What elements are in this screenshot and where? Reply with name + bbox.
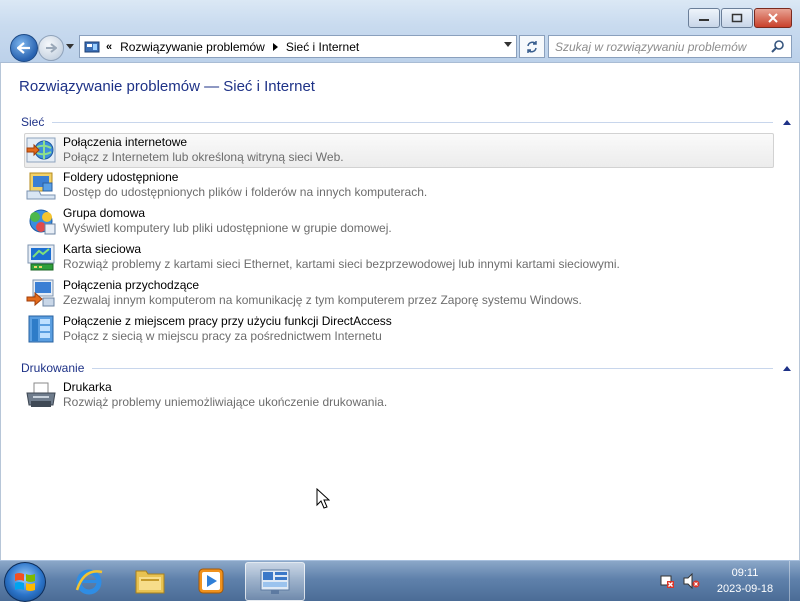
incoming-connections-icon [26,279,55,307]
item-description: Zezwalaj innym komputerom na komunikację… [63,293,582,307]
clock-time: 09:11 [731,567,759,579]
item-description: Wyświetl komputery lub pliki udostępnion… [63,221,392,235]
directaccess-icon [28,315,54,343]
collapse-group-button[interactable] [783,119,791,125]
troubleshooter-network-adapter[interactable]: Karta sieciowa Rozwiąż problemy z kartam… [25,241,773,275]
collapse-group-button[interactable] [783,365,791,371]
media-player-icon [198,568,224,593]
item-description: Połącz z siecią w miejscu pracy za pośre… [63,329,382,343]
item-title[interactable]: Połączenia przychodzące [63,278,582,293]
breadcrumb-network-internet[interactable]: Sieć i Internet [286,40,359,54]
close-icon [768,13,778,23]
taskbar-media-player[interactable] [182,562,240,599]
control-panel-icon [84,41,100,52]
volume-muted-icon[interactable] [682,573,700,589]
windows-explorer-icon [135,570,165,593]
group-header-network: Sieć [21,115,793,129]
taskbar-internet-explorer[interactable] [60,562,118,599]
troubleshooting-icon [260,569,290,594]
troubleshooter-directaccess[interactable]: Połączenie z miejscem pracy przy użyciu … [25,313,773,347]
item-title[interactable]: Połączenie z miejscem pracy przy użyciu … [63,314,392,329]
item-title[interactable]: Połączenia internetowe [63,135,344,150]
search-placeholder[interactable]: Szukaj w rozwiązywaniu problemów [555,40,746,54]
taskbar-windows-explorer[interactable] [121,562,179,599]
item-description: Rozwiąż problemy uniemożliwiające ukończ… [63,395,388,409]
troubleshooting-window: « Rozwiązywanie problemów Sieć i Interne… [0,0,800,560]
action-center-icon[interactable] [659,573,675,589]
windows-logo-icon [15,573,35,591]
troubleshooter-printer[interactable]: Drukarka Rozwiąż problemy uniemożliwiają… [25,379,773,413]
window-controls [688,8,792,28]
chevron-down-icon [66,44,74,49]
address-dropdown-button[interactable] [504,42,512,47]
item-description: Dostęp do udostępnionych plików i folder… [63,185,428,199]
group-divider [92,367,773,369]
item-description: Rozwiąż problemy z kartami sieci Etherne… [63,257,620,271]
shared-folders-icon [26,172,56,200]
arrow-right-icon [46,43,57,53]
breadcrumb-troubleshooting[interactable]: Rozwiązywanie problemów [120,40,265,54]
group-title: Drukowanie [21,361,85,375]
internet-explorer-icon [75,569,103,594]
maximize-button[interactable] [721,8,753,28]
breadcrumb-separator[interactable] [272,42,278,51]
show-desktop-button[interactable] [789,561,800,601]
search-box[interactable]: Szukaj w rozwiązywaniu problemów [548,35,792,58]
page-title: Rozwiązywanie problemów — Sieć i Interne… [19,78,315,95]
troubleshooter-internet-connections[interactable]: Połączenia internetowe Połącz z Internet… [24,133,774,168]
troubleshooter-incoming-connections[interactable]: Połączenia przychodzące Zezwalaj innym k… [25,277,773,311]
homegroup-icon [29,209,56,235]
breadcrumb-overflow[interactable]: « [106,41,112,53]
content-pane: Rozwiązywanie problemów — Sieć i Interne… [0,63,800,560]
search-icon[interactable] [771,39,785,53]
refresh-button[interactable] [519,35,545,58]
recent-pages-button[interactable] [65,42,75,52]
troubleshooter-homegroup[interactable]: Grupa domowa Wyświetl komputery lub plik… [25,205,773,239]
troubleshooter-shared-folders[interactable]: Foldery udostępnione Dostęp do udostępni… [25,169,773,203]
mouse-cursor-icon [316,488,330,509]
group-divider [52,121,773,123]
title-bar[interactable]: « Rozwiązywanie problemów Sieć i Interne… [0,0,800,63]
item-title[interactable]: Foldery udostępnione [63,170,427,185]
address-bar[interactable]: « Rozwiązywanie problemów Sieć i Interne… [79,35,517,58]
item-title[interactable]: Grupa domowa [63,206,392,221]
taskbar-troubleshooting[interactable] [245,562,305,601]
clock[interactable]: 09:11 2023-09-18 [700,565,790,597]
minimize-button[interactable] [688,8,720,28]
internet-connections-icon [26,137,56,163]
clock-date: 2023-09-18 [716,583,774,595]
forward-button[interactable] [38,35,64,61]
group-header-printing: Drukowanie [21,361,793,375]
refresh-icon [527,40,537,53]
item-title[interactable]: Drukarka [63,380,387,395]
printer-icon [26,382,56,407]
back-button[interactable] [10,34,38,62]
group-title: Sieć [21,115,45,129]
close-button[interactable] [754,8,792,28]
network-adapter-icon [27,244,55,271]
taskbar: 09:11 2023-09-18 [0,560,800,602]
start-button[interactable] [4,562,46,602]
arrow-left-icon [17,42,30,54]
item-title[interactable]: Karta sieciowa [63,242,620,257]
item-description: Połącz z Internetem lub określoną witryn… [63,150,344,164]
